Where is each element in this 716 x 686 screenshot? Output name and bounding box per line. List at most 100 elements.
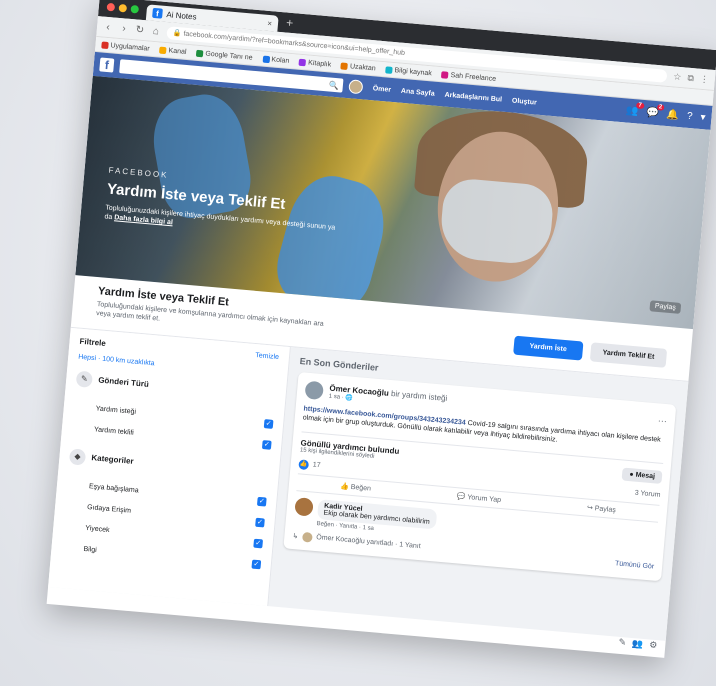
notifications-icon[interactable]: 🔔 bbox=[666, 109, 679, 121]
like-button[interactable]: 👍 Beğen bbox=[340, 482, 372, 493]
filter-title: Filtrele bbox=[79, 336, 107, 348]
like-reaction-icon: 👍 bbox=[298, 459, 310, 470]
avatar[interactable] bbox=[294, 496, 314, 517]
filter-option-label: Eşya bağışlama bbox=[88, 482, 139, 495]
friends-icon[interactable]: 👥 7 bbox=[625, 101, 645, 117]
comment-button[interactable]: 💬 Yorum Yap bbox=[457, 492, 502, 504]
post-status-text: Gönüllü yardımcı bulundu 15 kişi ilgilen… bbox=[300, 438, 400, 462]
post-card: Ömer Kocaoğlu bir yardım isteği 1 sa · 🌐… bbox=[283, 371, 677, 582]
nav-home[interactable]: Ana Sayfa bbox=[401, 87, 435, 97]
offer-help-button[interactable]: Yardım Teklif Et bbox=[589, 342, 668, 368]
checkbox[interactable]: ✓ bbox=[261, 439, 272, 450]
message-button[interactable]: ● Mesaj bbox=[621, 467, 663, 484]
post-type-label: Gönderi Türü bbox=[97, 375, 150, 390]
replies-text[interactable]: Ömer Kocaoğlu yanıtladı · 1 Yanıt bbox=[316, 534, 421, 550]
bookmark-favicon-icon bbox=[159, 46, 167, 54]
filter-option-label: Yiyecek bbox=[85, 524, 110, 534]
bookmark-favicon-icon bbox=[340, 61, 349, 70]
contacts-icon[interactable]: 👥 bbox=[632, 638, 644, 650]
account-menu-icon[interactable]: ▾ bbox=[700, 111, 706, 122]
filter-option-label: Gıdaya Erişim bbox=[86, 503, 132, 515]
checkbox[interactable]: ✓ bbox=[256, 496, 267, 507]
star-icon[interactable]: ☆ bbox=[673, 71, 682, 83]
bookmark-item[interactable]: Sah Freelance bbox=[441, 70, 497, 83]
checkbox[interactable]: ✓ bbox=[251, 559, 262, 570]
bookmark-item[interactable]: Google Tanı ne bbox=[196, 49, 253, 61]
bookmark-item[interactable]: Uzaktan bbox=[340, 61, 376, 72]
nav-profile[interactable]: Ömer bbox=[372, 85, 391, 94]
reload-icon[interactable]: ↻ bbox=[135, 24, 146, 36]
home-icon[interactable]: ⌂ bbox=[150, 25, 161, 37]
avatar bbox=[301, 531, 313, 543]
nav-find-friends[interactable]: Arkadaşlarını Bul bbox=[444, 91, 502, 103]
search-icon[interactable]: 🔍 bbox=[329, 80, 340, 90]
window-controls bbox=[106, 2, 140, 14]
share-button[interactable]: ↪ Paylaş bbox=[587, 503, 616, 513]
post-type-icon: ✎ bbox=[75, 370, 93, 388]
request-help-button[interactable]: Yardım İste bbox=[512, 335, 584, 361]
bookmark-item[interactable]: Kitaplık bbox=[298, 58, 332, 69]
clear-filters-link[interactable]: Temizle bbox=[255, 352, 279, 363]
reaction-count[interactable]: 17 bbox=[312, 462, 320, 470]
avatar[interactable] bbox=[304, 380, 324, 400]
lock-icon: 🔒 bbox=[172, 29, 184, 38]
back-icon[interactable]: ‹ bbox=[103, 21, 114, 33]
close-window-button[interactable] bbox=[106, 2, 116, 12]
comment-label: Yorum Yap bbox=[467, 493, 502, 504]
bookmark-favicon-icon bbox=[262, 55, 270, 63]
new-tab-icon[interactable]: + bbox=[286, 16, 294, 31]
bookmark-label: Kanal bbox=[168, 46, 187, 56]
filter-option-label: Bilgi bbox=[83, 545, 97, 554]
reply-arrow-icon: ↳ bbox=[292, 532, 299, 541]
forward-icon[interactable]: › bbox=[119, 22, 130, 34]
bookmark-favicon-icon bbox=[385, 65, 393, 74]
comment-count[interactable]: 3 Yorum bbox=[634, 490, 660, 499]
bookmark-item[interactable]: Bilgi kaynak bbox=[385, 65, 433, 77]
extensions-icon[interactable]: ⧉ bbox=[687, 72, 694, 84]
see-all-link[interactable]: Tümünü Gör bbox=[615, 560, 655, 570]
filter-sidebar: Filtrele Temizle Hepsi · 100 km uzaklıkt… bbox=[48, 327, 291, 607]
filter-option-label: Yardım isteği bbox=[95, 405, 137, 416]
friends-badge: 7 bbox=[636, 101, 645, 109]
nav-create[interactable]: Oluştur bbox=[512, 97, 537, 106]
bookmark-favicon-icon bbox=[441, 70, 450, 79]
checkbox[interactable]: ✓ bbox=[255, 517, 265, 528]
bookmark-item[interactable]: Uygulamalar bbox=[101, 40, 150, 53]
settings-icon[interactable]: ⚙ bbox=[649, 640, 658, 652]
bookmark-item[interactable]: Kanal bbox=[159, 46, 187, 56]
main-content: Filtrele Temizle Hepsi · 100 km uzaklıkt… bbox=[48, 327, 689, 641]
browser-window: f Ai Notes × + ‹ › ↻ ⌂ 🔒 facebook.com/ya… bbox=[46, 0, 716, 658]
bookmark-label: Kolan bbox=[271, 55, 290, 65]
maximize-window-button[interactable] bbox=[130, 4, 140, 14]
messenger-badge: 2 bbox=[656, 103, 665, 111]
bookmark-label: Uzaktan bbox=[349, 62, 376, 72]
bookmark-favicon-icon bbox=[196, 49, 204, 57]
help-icon[interactable]: ? bbox=[686, 110, 693, 121]
facebook-favicon-icon: f bbox=[152, 7, 163, 19]
compose-icon[interactable]: ✎ bbox=[618, 637, 626, 649]
bookmark-label: Kitaplık bbox=[307, 59, 332, 69]
checkbox[interactable]: ✓ bbox=[263, 418, 274, 429]
post-author-block: Ömer Kocaoğlu bir yardım isteği 1 sa · 🌐 bbox=[328, 384, 447, 410]
facebook-logo-icon[interactable]: f bbox=[99, 57, 115, 73]
like-label: Beğen bbox=[350, 483, 372, 493]
minimize-window-button[interactable] bbox=[118, 3, 128, 13]
menu-icon[interactable]: ⋮ bbox=[699, 73, 709, 85]
bookmark-favicon-icon bbox=[101, 40, 109, 49]
profile-avatar[interactable] bbox=[348, 79, 364, 95]
bookmark-label: Bilgi kaynak bbox=[394, 66, 433, 77]
categories-label: Kategoriler bbox=[91, 453, 134, 467]
messenger-icon[interactable]: 💬 2 bbox=[646, 103, 665, 119]
facebook-header-icons: 👥 7 💬 2 🔔 ? ▾ bbox=[625, 101, 706, 123]
page-actions: Yardım İste Yardım Teklif Et bbox=[512, 335, 668, 368]
comment-body: Kadir Yücel Ekip olarak ben yardımcı ola… bbox=[316, 498, 437, 537]
bookmark-favicon-icon bbox=[298, 58, 307, 66]
tab-title: Ai Notes bbox=[166, 9, 197, 22]
bookmark-label: Sah Freelance bbox=[450, 71, 497, 83]
checkbox[interactable]: ✓ bbox=[253, 538, 264, 549]
bookmark-item[interactable]: Kolan bbox=[262, 55, 290, 65]
bookmark-label: Uygulamalar bbox=[110, 41, 150, 53]
more-options-icon[interactable]: ··· bbox=[657, 415, 667, 426]
close-icon[interactable]: × bbox=[267, 18, 272, 27]
message-button-label: Mesaj bbox=[635, 471, 656, 481]
